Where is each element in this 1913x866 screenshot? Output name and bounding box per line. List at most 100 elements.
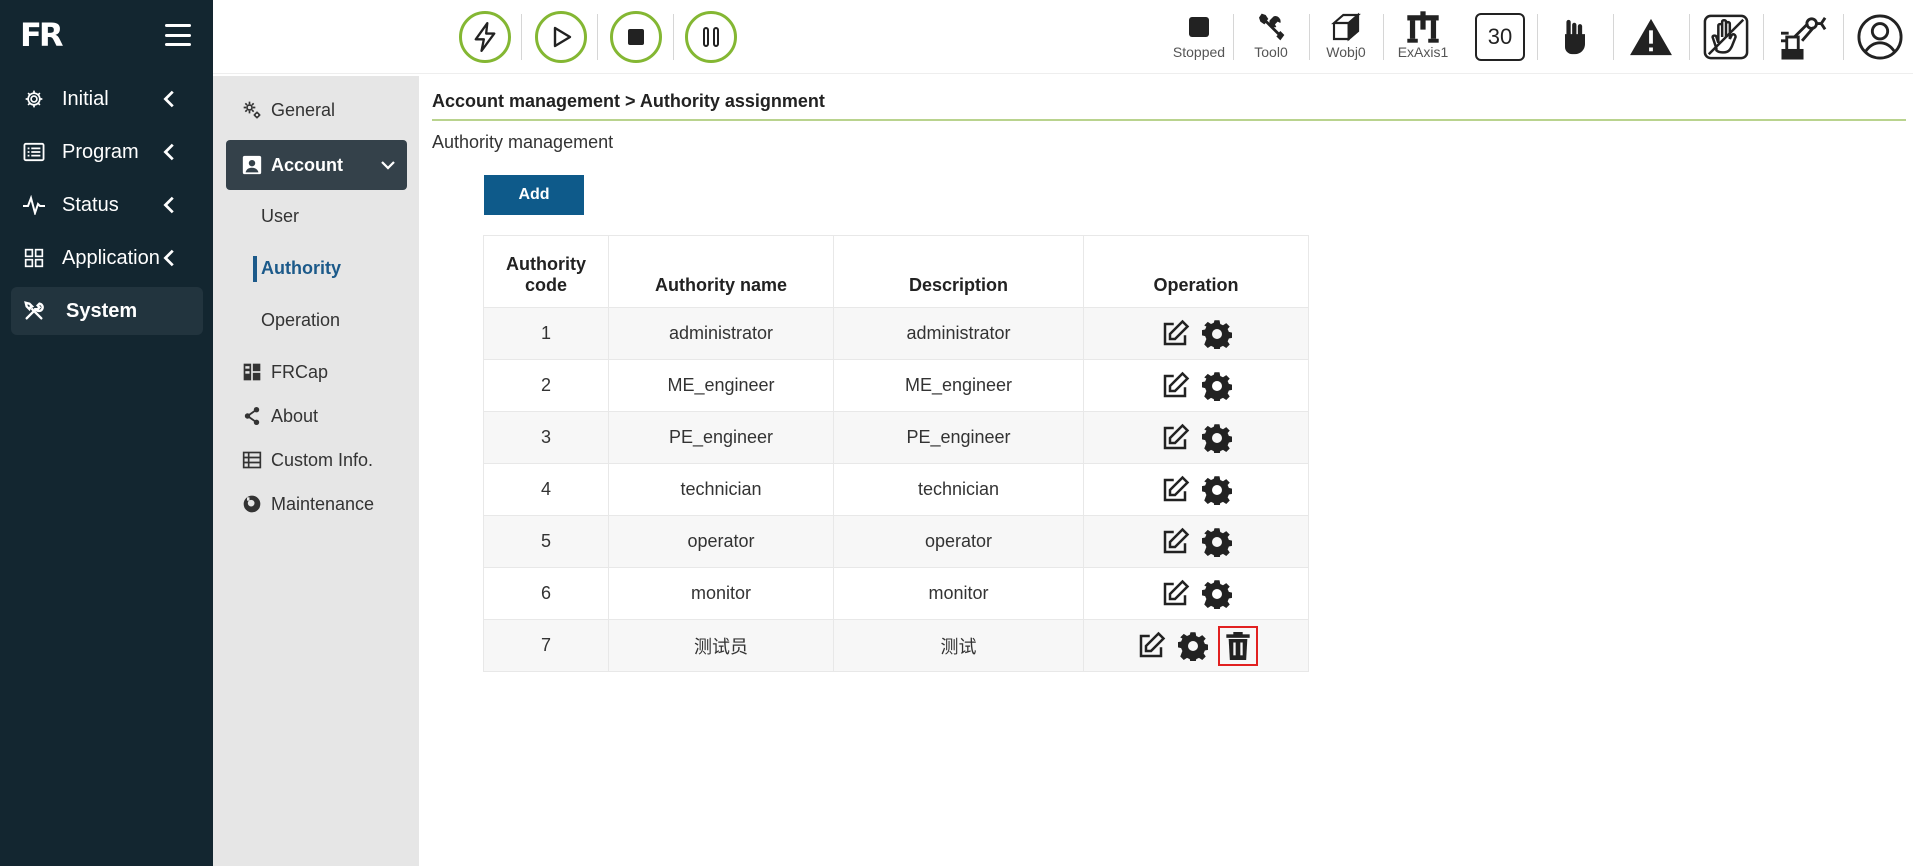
table-row: 6 monitor monitor bbox=[483, 567, 1309, 620]
start-button[interactable] bbox=[535, 11, 587, 63]
subnav-child-label: Operation bbox=[261, 309, 341, 330]
warning-icon[interactable] bbox=[1627, 12, 1675, 62]
cell-code: 6 bbox=[483, 567, 609, 620]
stopped-square-icon bbox=[1188, 10, 1210, 44]
enable-button[interactable] bbox=[459, 11, 511, 63]
edit-icon[interactable] bbox=[1134, 629, 1168, 663]
subnav-account[interactable]: Account bbox=[226, 140, 407, 190]
subnav-custom-info[interactable]: Custom Info. bbox=[213, 440, 419, 480]
hand-drag-icon[interactable] bbox=[1555, 12, 1595, 62]
system-subnav: General Account User Authority Operation… bbox=[213, 76, 419, 866]
add-button[interactable]: Add bbox=[484, 175, 584, 215]
table-row: 7 测试员 测试 bbox=[483, 619, 1309, 672]
top-toolbar: Stopped Tool0 Wobj0 ExAxis1 30 bbox=[213, 0, 1913, 74]
nav-item-initial[interactable]: Initial bbox=[11, 75, 203, 123]
cell-name: PE_engineer bbox=[608, 411, 834, 464]
exaxis-indicator[interactable]: ExAxis1 bbox=[1391, 10, 1455, 66]
settings-gear-icon[interactable] bbox=[1200, 473, 1234, 507]
wobj-text: Wobj0 bbox=[1326, 44, 1366, 60]
subnav-child-authority[interactable]: Authority bbox=[213, 242, 419, 294]
col-authority-name: Authority name bbox=[608, 235, 834, 308]
play-icon bbox=[553, 26, 572, 48]
divider bbox=[1383, 14, 1384, 60]
edit-icon[interactable] bbox=[1158, 421, 1192, 455]
subnav-label: About bbox=[271, 405, 319, 426]
table-list-icon bbox=[241, 449, 263, 471]
pause-button[interactable] bbox=[685, 11, 737, 63]
cell-operation bbox=[1083, 359, 1309, 412]
collision-hand-icon[interactable] bbox=[1703, 12, 1749, 62]
subnav-child-label: User bbox=[261, 205, 300, 226]
gear-icon bbox=[22, 87, 46, 111]
divider bbox=[1309, 14, 1310, 60]
subnav-child-user[interactable]: User bbox=[213, 190, 419, 242]
settings-gear-icon[interactable] bbox=[1176, 629, 1210, 663]
maintenance-icon bbox=[241, 493, 263, 515]
subnav-general[interactable]: General bbox=[213, 90, 419, 130]
grid-icon bbox=[22, 246, 46, 270]
cell-description: administrator bbox=[833, 307, 1084, 360]
settings-gear-icon[interactable] bbox=[1200, 369, 1234, 403]
run-status[interactable]: Stopped bbox=[1168, 10, 1230, 66]
share-icon bbox=[241, 405, 263, 427]
settings-gear-icon[interactable] bbox=[1200, 525, 1234, 559]
subnav-maintenance[interactable]: Maintenance bbox=[213, 484, 419, 524]
nav-label: Status bbox=[62, 193, 119, 216]
cell-code: 1 bbox=[483, 307, 609, 360]
table-row: 1 administrator administrator bbox=[483, 307, 1309, 360]
cell-operation bbox=[1083, 515, 1309, 568]
edit-icon[interactable] bbox=[1158, 525, 1192, 559]
subnav-label: General bbox=[271, 99, 336, 120]
chevron-down-icon bbox=[381, 161, 395, 170]
trash-icon[interactable] bbox=[1218, 625, 1258, 666]
settings-gear-icon[interactable] bbox=[1200, 317, 1234, 351]
subnav-label: Maintenance bbox=[271, 493, 375, 514]
settings-gear-icon[interactable] bbox=[1200, 577, 1234, 611]
pulse-icon bbox=[22, 193, 46, 217]
robot-arm-icon[interactable] bbox=[1779, 12, 1829, 62]
account-card-icon bbox=[241, 154, 263, 176]
divider bbox=[1843, 14, 1844, 60]
nav-item-application[interactable]: Application bbox=[11, 234, 203, 282]
col-authority-code: Authority code bbox=[483, 235, 609, 308]
subnav-label: Custom Info. bbox=[271, 449, 374, 470]
list-icon bbox=[22, 140, 46, 164]
divider bbox=[673, 14, 674, 60]
wobj-indicator[interactable]: Wobj0 bbox=[1317, 10, 1375, 66]
cell-description: monitor bbox=[833, 567, 1084, 620]
settings-gear-icon[interactable] bbox=[1200, 421, 1234, 455]
tools-icon bbox=[22, 299, 46, 323]
nav-item-system[interactable]: System bbox=[11, 287, 203, 335]
gantry-icon bbox=[1406, 10, 1440, 44]
pause-icon bbox=[703, 27, 719, 47]
cube-icon bbox=[1330, 10, 1362, 44]
cell-name: operator bbox=[608, 515, 834, 568]
subnav-frcap[interactable]: FRCap bbox=[213, 352, 419, 392]
stop-button[interactable] bbox=[610, 11, 662, 63]
chevron-left-icon bbox=[163, 90, 174, 108]
section-title: Authority management bbox=[432, 132, 614, 152]
status-text: Stopped bbox=[1172, 44, 1226, 60]
chevron-left-icon bbox=[163, 143, 174, 161]
divider bbox=[1233, 14, 1234, 60]
cell-code: 5 bbox=[483, 515, 609, 568]
speed-percent[interactable]: 30 bbox=[1475, 12, 1525, 62]
menu-toggle-icon[interactable] bbox=[165, 24, 191, 46]
main-sidebar: FR Initial Program Status Application Sy… bbox=[0, 0, 213, 866]
cell-description: technician bbox=[833, 463, 1084, 516]
edit-icon[interactable] bbox=[1158, 577, 1192, 611]
edit-icon[interactable] bbox=[1158, 369, 1192, 403]
breadcrumb: Account management > Authority assignmen… bbox=[432, 91, 825, 111]
nav-item-status[interactable]: Status bbox=[11, 181, 203, 229]
tool-indicator[interactable]: Tool0 bbox=[1243, 10, 1299, 66]
subnav-child-operation[interactable]: Operation bbox=[213, 294, 419, 346]
cell-description: 测试 bbox=[833, 619, 1084, 672]
edit-icon[interactable] bbox=[1158, 473, 1192, 507]
user-avatar-icon[interactable] bbox=[1857, 12, 1903, 62]
breadcrumb-divider bbox=[432, 119, 1906, 121]
edit-icon[interactable] bbox=[1158, 317, 1192, 351]
nav-item-program[interactable]: Program bbox=[11, 128, 203, 176]
nav-label: Initial bbox=[62, 87, 109, 110]
table-row: 3 PE_engineer PE_engineer bbox=[483, 411, 1309, 464]
subnav-about[interactable]: About bbox=[213, 396, 419, 436]
